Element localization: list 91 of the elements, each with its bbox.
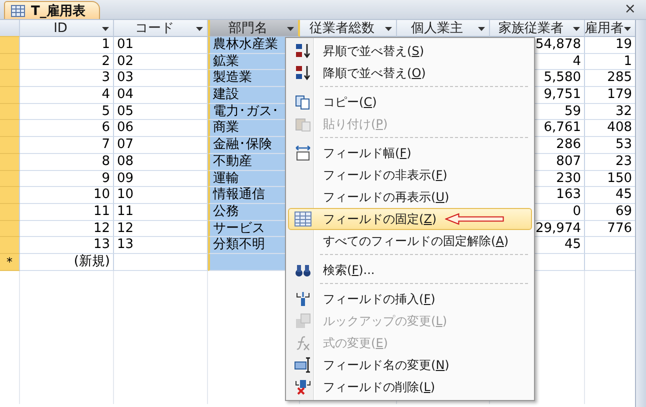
column-header[interactable]: 部門名 bbox=[208, 20, 300, 37]
insert-column-icon bbox=[294, 291, 312, 307]
table-cell: 179 bbox=[585, 87, 635, 104]
dropdown-arrow-icon[interactable] bbox=[478, 27, 485, 31]
table-cell: 32 bbox=[585, 104, 635, 120]
table-cell: 11 bbox=[20, 204, 114, 221]
table-cell: 53 bbox=[585, 137, 635, 154]
table-cell: 11 bbox=[114, 204, 208, 221]
sort-ascending-icon bbox=[294, 43, 312, 59]
scrollbar[interactable] bbox=[635, 20, 646, 407]
select-all-corner[interactable] bbox=[0, 20, 20, 37]
table-icon bbox=[294, 211, 312, 227]
record-selector[interactable] bbox=[0, 137, 20, 154]
table-cell: 4 bbox=[20, 87, 114, 104]
table-cell: 408 bbox=[585, 120, 635, 138]
table-cell: 02 bbox=[114, 54, 208, 70]
table-cell: 7 bbox=[20, 137, 114, 154]
table-tab[interactable]: T_雇用表 bbox=[4, 1, 100, 19]
record-selector[interactable] bbox=[0, 120, 20, 138]
dropdown-arrow-icon[interactable] bbox=[624, 27, 631, 31]
table-cell: 12 bbox=[114, 220, 208, 238]
record-selector[interactable] bbox=[0, 87, 20, 104]
column-header[interactable]: 雇用者 bbox=[585, 20, 635, 37]
table-cell: 06 bbox=[114, 120, 208, 138]
record-selector[interactable] bbox=[0, 237, 20, 254]
table-cell: 19 bbox=[585, 37, 635, 54]
column-width-icon bbox=[294, 145, 312, 161]
column-header[interactable]: コード bbox=[114, 20, 208, 37]
table-cell: 45 bbox=[585, 187, 635, 204]
table-cell: 6 bbox=[20, 120, 114, 138]
dropdown-arrow-icon[interactable] bbox=[102, 27, 109, 31]
table-cell: 69 bbox=[585, 204, 635, 221]
record-selector[interactable] bbox=[0, 37, 20, 54]
dropdown-arrow-icon[interactable] bbox=[385, 27, 392, 31]
table-cell: 07 bbox=[114, 137, 208, 154]
menu-item[interactable]: フィールドの挿入(F) bbox=[288, 288, 532, 310]
record-selector[interactable] bbox=[0, 220, 20, 238]
menu-item[interactable]: フィールドの固定(Z) bbox=[288, 208, 532, 230]
rename-field-icon bbox=[294, 357, 312, 373]
delete-column-icon bbox=[294, 379, 312, 395]
table-cell: 2 bbox=[20, 54, 114, 70]
dropdown-arrow-icon[interactable] bbox=[196, 27, 203, 31]
record-selector[interactable] bbox=[0, 54, 20, 70]
record-selector[interactable] bbox=[0, 104, 20, 120]
pointer-arrow bbox=[444, 212, 505, 226]
record-selector[interactable] bbox=[0, 187, 20, 204]
column-header[interactable]: 従業者総数 bbox=[300, 20, 397, 37]
table-cell: 10 bbox=[20, 187, 114, 204]
paste-icon bbox=[294, 116, 312, 132]
table-cell: 1 bbox=[585, 54, 635, 70]
menu-item[interactable]: 検索(F)... bbox=[288, 259, 532, 281]
record-selector[interactable] bbox=[0, 154, 20, 170]
table-cell: 09 bbox=[114, 170, 208, 188]
column-header[interactable]: 家族従業者 bbox=[490, 20, 585, 37]
menu-item[interactable]: フィールドの削除(L) bbox=[288, 376, 532, 398]
table-cell: 150 bbox=[585, 170, 635, 188]
table-cell: 9 bbox=[20, 170, 114, 188]
table-cell: 04 bbox=[114, 87, 208, 104]
table-icon bbox=[11, 4, 25, 16]
table-cell: 08 bbox=[114, 154, 208, 170]
table-cell: 3 bbox=[20, 70, 114, 88]
dropdown-arrow-icon[interactable] bbox=[573, 27, 580, 31]
record-selector[interactable] bbox=[0, 70, 20, 88]
menu-item[interactable]: フィールド名の変更(N) bbox=[288, 354, 532, 376]
sort-descending-icon bbox=[294, 65, 312, 81]
table-cell: 285 bbox=[585, 70, 635, 88]
close-button[interactable]: × bbox=[624, 1, 636, 17]
table-cell: 13 bbox=[114, 237, 208, 254]
table-cell: 1 bbox=[20, 37, 114, 54]
table-cell: 03 bbox=[114, 70, 208, 88]
new-record-label: (新規) bbox=[20, 254, 114, 271]
record-selector[interactable] bbox=[0, 204, 20, 221]
table-cell: 776 bbox=[585, 220, 635, 238]
new-record-marker: * bbox=[0, 254, 20, 271]
dropdown-arrow-icon[interactable] bbox=[287, 27, 294, 31]
table-cell: 13 bbox=[20, 237, 114, 254]
lookup-icon bbox=[294, 313, 312, 329]
record-selector[interactable] bbox=[0, 170, 20, 188]
table-cell: 23 bbox=[585, 154, 635, 170]
table-cell: 01 bbox=[114, 37, 208, 54]
tab-title: T_雇用表 bbox=[31, 2, 86, 20]
column-header[interactable]: ID bbox=[20, 20, 114, 37]
binoculars-icon bbox=[294, 262, 312, 278]
function-icon bbox=[294, 335, 312, 351]
table-cell: 12 bbox=[20, 220, 114, 238]
table-cell: 8 bbox=[20, 154, 114, 170]
column-header[interactable]: 個人業主 bbox=[397, 20, 490, 37]
table-cell: 05 bbox=[114, 104, 208, 120]
table-cell: 10 bbox=[114, 187, 208, 204]
table-cell: 5 bbox=[20, 104, 114, 120]
copy-icon bbox=[294, 94, 312, 110]
